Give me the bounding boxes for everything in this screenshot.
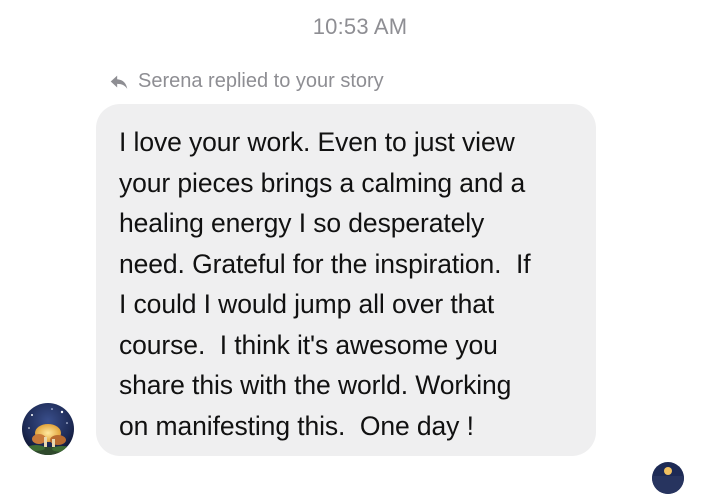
message-line: on manifesting this. One day ! [119,410,474,441]
sender-avatar-image [22,403,74,455]
message-line: need. Grateful for the inspiration. If [119,248,531,279]
story-reply-note: Serena replied to your story [108,70,384,93]
read-receipt-avatar-image [652,462,684,494]
message-line: course. I think it's awesome you [119,329,498,360]
message-line: your pieces brings a calming and a [119,167,526,198]
story-reply-text: Serena replied to your story [138,70,384,92]
message-line: I love your work. Even to just view [119,127,515,157]
message-bubble[interactable]: I love your work. Even to just view your… [96,104,596,456]
reply-arrow-icon [110,75,128,89]
sender-avatar[interactable] [22,403,74,455]
message-line: share this with the world. Working [119,370,512,400]
message-timestamp: 10:53 AM [312,14,408,39]
read-receipt-avatar [652,462,684,494]
message-line: I could I would jump all over that [119,289,495,319]
message-line: healing energy I so desperately [119,208,485,238]
